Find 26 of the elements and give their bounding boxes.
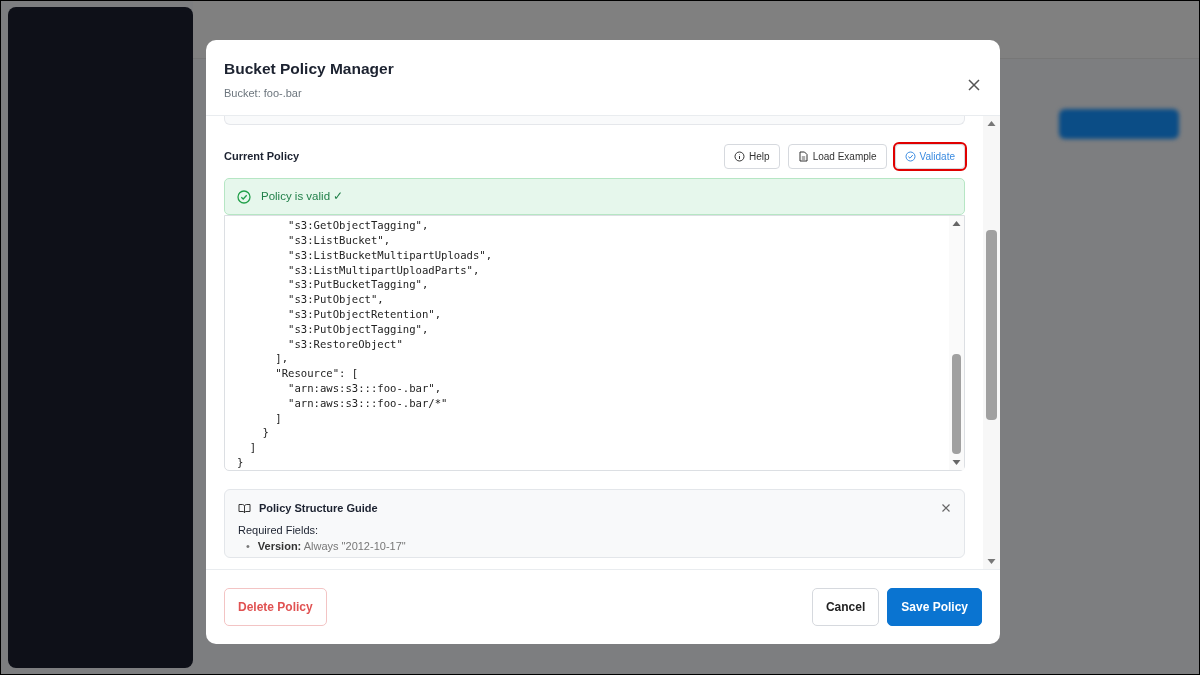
check-circle-icon	[237, 189, 251, 204]
info-icon	[734, 151, 746, 162]
help-button[interactable]: Help	[724, 144, 780, 169]
load-example-button[interactable]: Load Example	[787, 144, 887, 169]
scrollbar[interactable]	[983, 116, 1000, 569]
delete-policy-button[interactable]: Delete Policy	[224, 588, 327, 626]
section-title: Current Policy	[224, 149, 300, 165]
document-icon	[797, 151, 809, 162]
book-icon	[238, 502, 251, 514]
status-alert: Policy is valid ✓	[224, 178, 965, 216]
validate-button[interactable]: Validate	[894, 144, 965, 169]
dialog-title: Bucket Policy Manager	[224, 60, 394, 79]
policy-code: "s3:GetObjectTagging", "s3:ListBucket", "s3:ListBucketMultipartUploads", "s3:ListMultipartUploadParts", "s3:PutBucketTagging", "s3:PutObject", "s3:PutObjectRetention", "s3:PutObjectTagging", "s3:RestoreObject" ], "Resource": [ "arn:aws:s3:::foo-.bar", "arn:aws:s3:::foo-.bar/*" ] } ] }	[236, 218, 494, 470]
scrollbar-thumb[interactable]	[952, 354, 961, 455]
scrollbar-thumb[interactable]	[986, 230, 997, 420]
check-circle-icon	[904, 151, 916, 162]
guide-item: Version: Always "2012-10-17"	[257, 539, 406, 554]
bullet: •	[246, 539, 250, 554]
code-editor[interactable]	[224, 215, 965, 472]
save-policy-button[interactable]: Save Policy	[887, 588, 982, 626]
guide-heading: Required Fields:	[238, 523, 320, 538]
guide-title: Policy Structure Guide	[259, 501, 378, 516]
cancel-button[interactable]: Cancel	[811, 588, 880, 626]
dialog-subtitle: Bucket: foo-.bar	[224, 85, 303, 101]
close-icon[interactable]	[941, 503, 951, 514]
scrollbar[interactable]	[949, 216, 964, 471]
